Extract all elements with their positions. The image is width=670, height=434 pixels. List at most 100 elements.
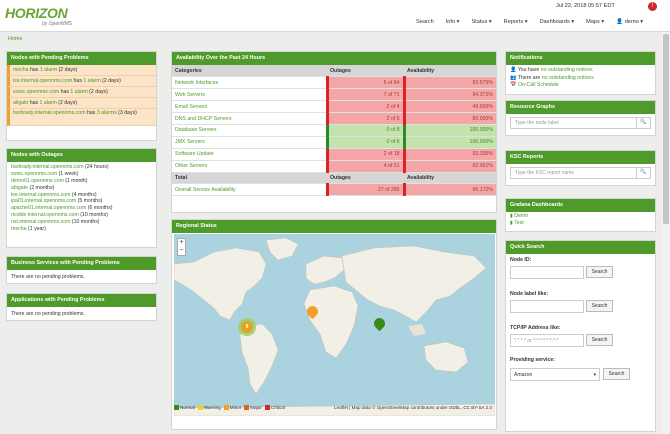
page-scrollbar[interactable] <box>662 32 670 434</box>
notification-link[interactable]: no outstanding notices <box>541 67 593 73</box>
map-cluster-count[interactable]: 8 <box>241 321 253 333</box>
node-link[interactable]: apache01.internal.opennms.com <box>11 205 86 211</box>
list-item[interactable]: barbrady.internal.opennms.com has 3 alar… <box>7 109 156 126</box>
list-item[interactable]: mecha has 1 alarm (2 days) <box>7 65 156 76</box>
resource-search-placeholder: Type the node label <box>515 120 559 126</box>
outage-list: barbrady.internal.opennms.com (24 hours)… <box>7 162 156 235</box>
node-id-search-button[interactable]: Search <box>586 266 613 278</box>
nav-info[interactable]: Info ▾ <box>440 19 466 25</box>
node-label-search-button[interactable]: Search <box>586 300 613 312</box>
brand-name: HORIZON <box>5 5 68 21</box>
world-map[interactable]: 8 + − <box>174 234 495 416</box>
category-link[interactable]: Network Interfaces <box>172 76 327 90</box>
availability-panel: Availability Over the Past 24 Hours Cate… <box>171 51 497 213</box>
grafana-item[interactable]: ▮ Test <box>510 220 651 227</box>
panel-title[interactable]: Business Services with Pending Problems <box>7 257 156 270</box>
map-attribution[interactable]: Leaflet | Map data © OpenStreetMap contr… <box>334 405 492 410</box>
panel-title[interactable]: Availability Over the Past 24 Hours <box>172 52 496 65</box>
total-outages-header: Outages <box>327 172 404 185</box>
panel-title[interactable]: Quick Search <box>506 241 655 254</box>
category-link[interactable]: Other Servers <box>172 160 327 173</box>
grafana-link[interactable]: Test <box>514 220 524 226</box>
notification-link[interactable]: no outstanding notices <box>542 75 594 81</box>
tcpip-search-button[interactable]: Search <box>586 334 613 346</box>
horizon-logo[interactable]: HORIZON by OpenNMS <box>5 5 77 29</box>
nav-user[interactable]: 👤 demo ▾ <box>610 19 649 25</box>
overall-link[interactable]: Overall Service Availability <box>172 183 327 197</box>
panel-title[interactable]: KSC Reports <box>506 151 655 164</box>
outage-count: 7 of 71 <box>325 88 406 102</box>
search-icon[interactable]: 🔍 <box>636 167 650 179</box>
node-link[interactable]: sonic.opennms.com <box>13 89 59 95</box>
nav-search[interactable]: Search <box>410 19 440 25</box>
applications-panel: Applications with Pending Problems There… <box>6 293 157 321</box>
alarm-count-link[interactable]: 1 alarm <box>40 67 57 73</box>
legend-swatch <box>223 405 229 410</box>
alarm-count-link[interactable]: 1 alarm <box>40 100 57 106</box>
category-link[interactable]: Email Servers <box>172 100 327 114</box>
outage-age: (10 months) <box>70 219 100 226</box>
scrollbar-thumb[interactable] <box>663 34 669 224</box>
node-link[interactable]: aligato <box>13 100 28 106</box>
zoom-control[interactable]: + − <box>177 238 186 256</box>
node-link[interactable]: nst.internal.opennms.com <box>11 219 70 225</box>
category-link[interactable]: Database Servers <box>172 124 327 137</box>
node-id-input[interactable] <box>510 266 584 279</box>
legend-swatch <box>197 405 203 410</box>
node-link[interactable]: mecha <box>13 67 29 73</box>
tcpip-input[interactable]: *.*.*.* or *:*:*:*:*:*:*:* <box>510 334 584 347</box>
nav-status[interactable]: Status ▾ <box>465 19 497 25</box>
category-link[interactable]: Web Servers <box>172 88 327 102</box>
node-link[interactable]: mecha <box>11 226 27 232</box>
category-link[interactable]: Software Update <box>172 148 327 161</box>
node-link[interactable]: ipa01.internal.opennms.com <box>11 198 76 204</box>
header-outages: Outages <box>327 65 404 78</box>
category-link[interactable]: JMX Servers <box>172 136 327 149</box>
breadcrumb[interactable]: Home <box>8 36 22 42</box>
outage-age: (4 months) <box>70 191 97 198</box>
service-search-button[interactable]: Search <box>603 368 630 380</box>
node-link[interactable]: ricoble.internal.opennms.com <box>11 212 79 218</box>
service-select[interactable]: Amazon ▾ <box>510 368 600 381</box>
panel-title[interactable]: Regional Status <box>172 220 496 233</box>
main-nav: Search Info ▾ Status ▾ Reports ▾ Dashboa… <box>410 19 649 25</box>
outage-age: (6 months) <box>86 205 113 212</box>
nav-dashboards[interactable]: Dashboards ▾ <box>534 19 581 25</box>
notification-link[interactable]: On-Call Schedule <box>518 82 559 88</box>
grafana-link[interactable]: Demo <box>514 213 528 219</box>
alarm-count-link[interactable]: 1 alarm <box>83 78 100 84</box>
panel-title[interactable]: Nodes with Outages <box>7 149 156 162</box>
nav-reports[interactable]: Reports ▾ <box>498 19 534 25</box>
panel-title[interactable]: Nodes with Pending Problems <box>7 52 156 65</box>
alarm-count-link[interactable]: 1 alarm <box>70 89 87 95</box>
node-link[interactable]: sonic.opennms.com <box>11 171 57 177</box>
alarm-count-link[interactable]: 3 alarms <box>97 110 117 116</box>
legend-item: Normal <box>174 405 195 410</box>
search-icon[interactable]: 🔍 <box>636 117 650 129</box>
list-item: barbrady.internal.opennms.com (24 hours) <box>11 164 152 171</box>
alarm-status-icon[interactable]: ! <box>648 2 657 11</box>
node-link[interactable]: abigate <box>11 185 28 191</box>
node-link[interactable]: demo01.opennms.com <box>11 178 64 184</box>
apps-status-text: There are no pending problems. <box>11 311 85 317</box>
node-link[interactable]: barbrady.internal.opennms.com <box>11 164 84 170</box>
category-link[interactable]: DNS and DHCP Servers <box>172 112 327 125</box>
node-link[interactable]: barbrady.internal.opennms.com <box>13 110 86 116</box>
resource-search-input[interactable]: Type the node label 🔍 <box>510 117 651 129</box>
nav-maps[interactable]: Maps ▾ <box>580 19 610 25</box>
resource-graphs-panel: Resource Graphs Type the node label 🔍 <box>505 100 656 136</box>
panel-title[interactable]: Grafana Dashboards <box>506 199 655 212</box>
panel-title[interactable]: Resource Graphs <box>506 101 655 114</box>
list-item[interactable]: sonic.opennms.com has 1 alarm (2 days) <box>7 87 156 98</box>
node-link[interactable]: ise.internal.opennms.com <box>13 78 72 84</box>
list-item[interactable]: ise.internal.opennms.com has 1 alarm (2 … <box>7 76 156 87</box>
table-row: Other Servers 4 of 51 92.961% <box>172 160 496 173</box>
grafana-list: ▮ Demo ▮ Test <box>506 212 655 228</box>
node-link[interactable]: lee.internal.opennms.com <box>11 192 70 198</box>
grafana-item[interactable]: ▮ Demo <box>510 213 651 220</box>
node-label-input[interactable] <box>510 300 584 313</box>
list-item[interactable]: aligato has 1 alarm (2 days) <box>7 98 156 109</box>
panel-title[interactable]: Notifications <box>506 52 655 65</box>
panel-title[interactable]: Applications with Pending Problems <box>7 294 156 307</box>
ksc-search-input[interactable]: Type the KSC report name 🔍 <box>510 167 651 179</box>
